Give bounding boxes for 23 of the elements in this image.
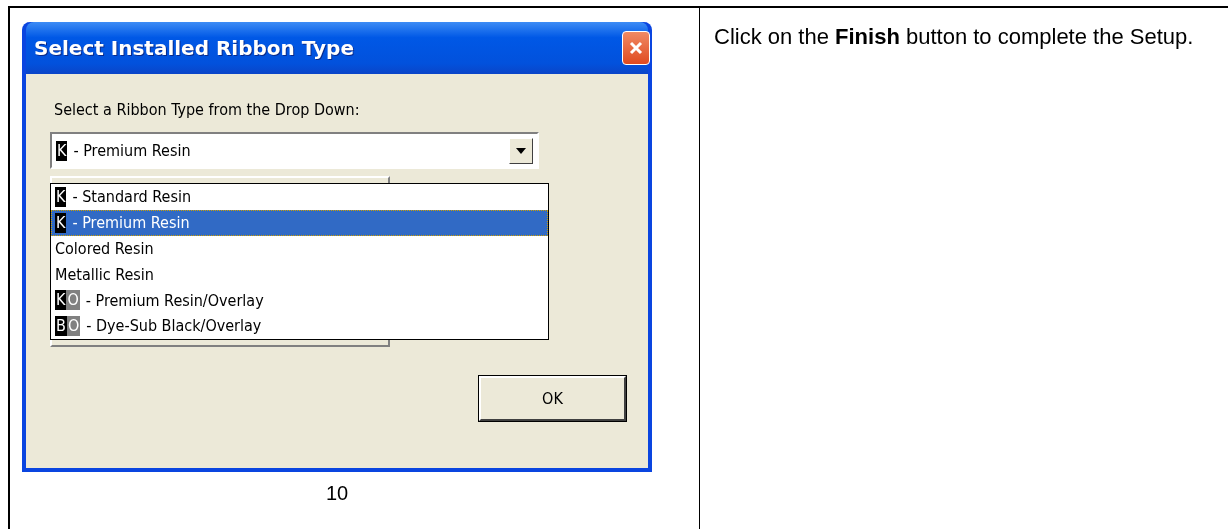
dialog-title: Select Installed Ribbon Type [34, 36, 354, 60]
code-label: K [55, 212, 67, 233]
code-label: B [55, 315, 67, 336]
ok-button[interactable]: OK [479, 376, 626, 421]
dropdown-arrow-button[interactable] [509, 137, 533, 164]
dropdown-option[interactable]: K - Standard Resin [51, 184, 548, 210]
close-icon [629, 41, 643, 55]
ribbon-dropdown[interactable]: K - Premium Resin [50, 132, 539, 169]
caret-icon [516, 147, 526, 154]
dropdown-value: - Premium Resin [73, 141, 191, 160]
code-label: K [55, 290, 67, 311]
instruction-text: Click on the Finish button to complete the Setup. [714, 23, 1194, 51]
dropdown-option[interactable]: K - Premium Resin [51, 209, 548, 236]
code-label: K [56, 140, 68, 161]
prompt-label: Select a Ribbon Type from the Drop Down: [54, 100, 361, 119]
dropdown-option[interactable]: B O - Dye-Sub Black/Overlay [51, 313, 548, 339]
page-number: 10 [324, 482, 350, 505]
dropdown-option[interactable]: Metallic Resin [51, 261, 548, 288]
code-label: O [66, 290, 80, 311]
dropdown-option[interactable]: Colored Resin [51, 235, 548, 262]
dropdown-option[interactable]: KO - Premium Resin/Overlay [51, 287, 548, 313]
code-label: K [55, 186, 67, 207]
close-button[interactable] [622, 31, 650, 65]
